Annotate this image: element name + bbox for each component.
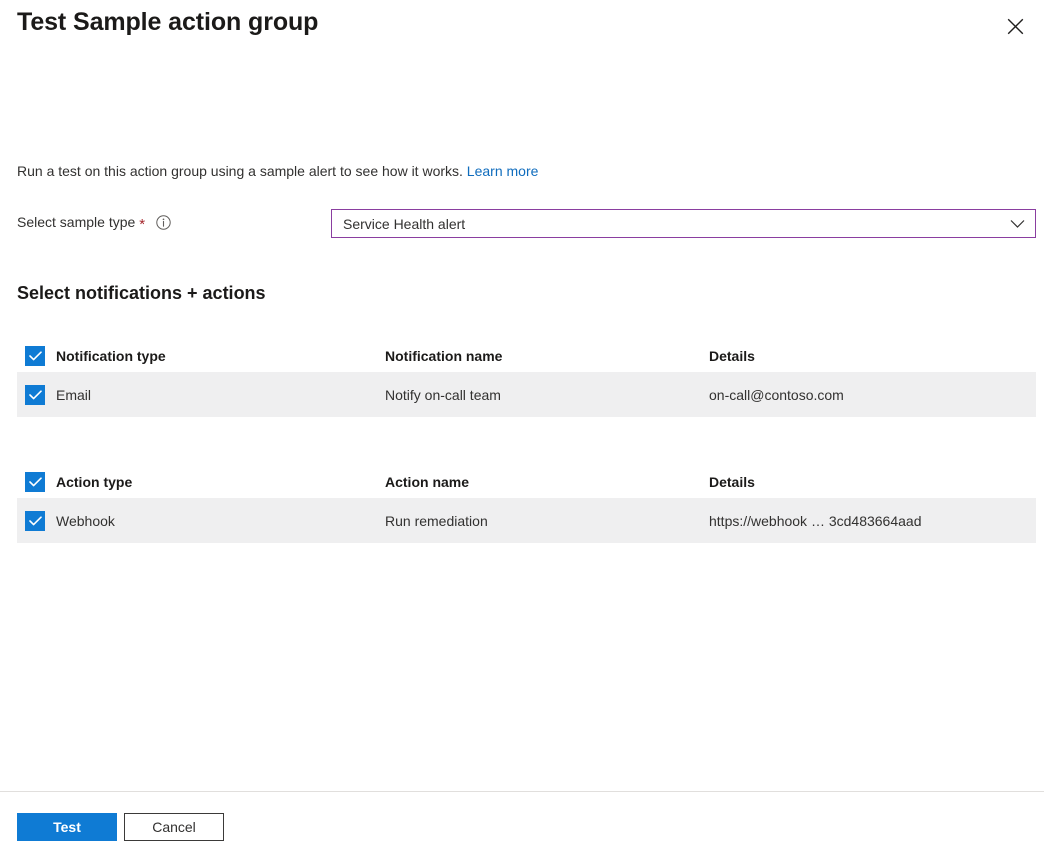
action-details-value: https://webhook … 3cd483664aad <box>709 513 1036 529</box>
footer-button-group: Test Cancel <box>17 813 224 841</box>
learn-more-link[interactable]: Learn more <box>467 163 539 179</box>
actions-col-name: Action name <box>385 474 709 490</box>
actions-header-row: Action type Action name Details <box>17 465 1036 498</box>
sample-type-field-row: Select sample type * Service Health aler… <box>17 209 1036 239</box>
notifications-col-name: Notification name <box>385 348 709 364</box>
notification-name-value: Notify on-call team <box>385 387 709 403</box>
action-type-value: Webhook <box>56 513 385 529</box>
close-button[interactable] <box>999 10 1031 42</box>
notification-row-checkbox[interactable] <box>25 385 45 405</box>
sample-type-dropdown[interactable]: Service Health alert <box>331 209 1036 238</box>
blade-header: Test Sample action group <box>0 0 1044 58</box>
notification-type-value: Email <box>56 387 385 403</box>
intro-text: Run a test on this action group using a … <box>17 161 538 181</box>
notification-details-value: on-call@contoso.com <box>709 387 1036 403</box>
chevron-down-icon <box>1007 219 1027 229</box>
notifications-col-type: Notification type <box>56 348 385 364</box>
sample-type-label-group: Select sample type * <box>17 212 171 232</box>
actions-header-check-cell <box>17 472 56 492</box>
actions-col-details: Details <box>709 474 1036 490</box>
actions-grid: Action type Action name Details Webhook … <box>17 465 1036 543</box>
sample-type-selected-value: Service Health alert <box>343 216 1007 232</box>
blade-footer: Test Cancel <box>0 791 1044 854</box>
notifications-col-details: Details <box>709 348 1036 364</box>
page-title: Test Sample action group <box>17 8 318 37</box>
notifications-header-check-cell <box>17 346 56 366</box>
actions-col-type: Action type <box>56 474 385 490</box>
intro-sentence: Run a test on this action group using a … <box>17 163 463 179</box>
table-row[interactable]: Webhook Run remediation https://webhook … <box>17 498 1036 543</box>
select-all-notifications-checkbox[interactable] <box>25 346 45 366</box>
cancel-button[interactable]: Cancel <box>124 813 224 841</box>
required-asterisk: * <box>139 217 145 232</box>
blade-body: Run a test on this action group using a … <box>0 58 1044 791</box>
notification-row-check-cell <box>17 385 56 405</box>
notifications-header-row: Notification type Notification name Deta… <box>17 339 1036 372</box>
section-heading: Select notifications + actions <box>17 283 266 304</box>
close-icon <box>1007 18 1024 35</box>
select-all-actions-checkbox[interactable] <box>25 472 45 492</box>
notifications-grid: Notification type Notification name Deta… <box>17 339 1036 417</box>
action-row-checkbox[interactable] <box>25 511 45 531</box>
action-name-value: Run remediation <box>385 513 709 529</box>
sample-type-label: Select sample type <box>17 212 135 232</box>
test-action-group-blade: Test Sample action group Run a test on t… <box>0 0 1044 854</box>
test-button[interactable]: Test <box>17 813 117 841</box>
info-circle-icon[interactable] <box>156 215 171 230</box>
action-row-check-cell <box>17 511 56 531</box>
table-row[interactable]: Email Notify on-call team on-call@contos… <box>17 372 1036 417</box>
